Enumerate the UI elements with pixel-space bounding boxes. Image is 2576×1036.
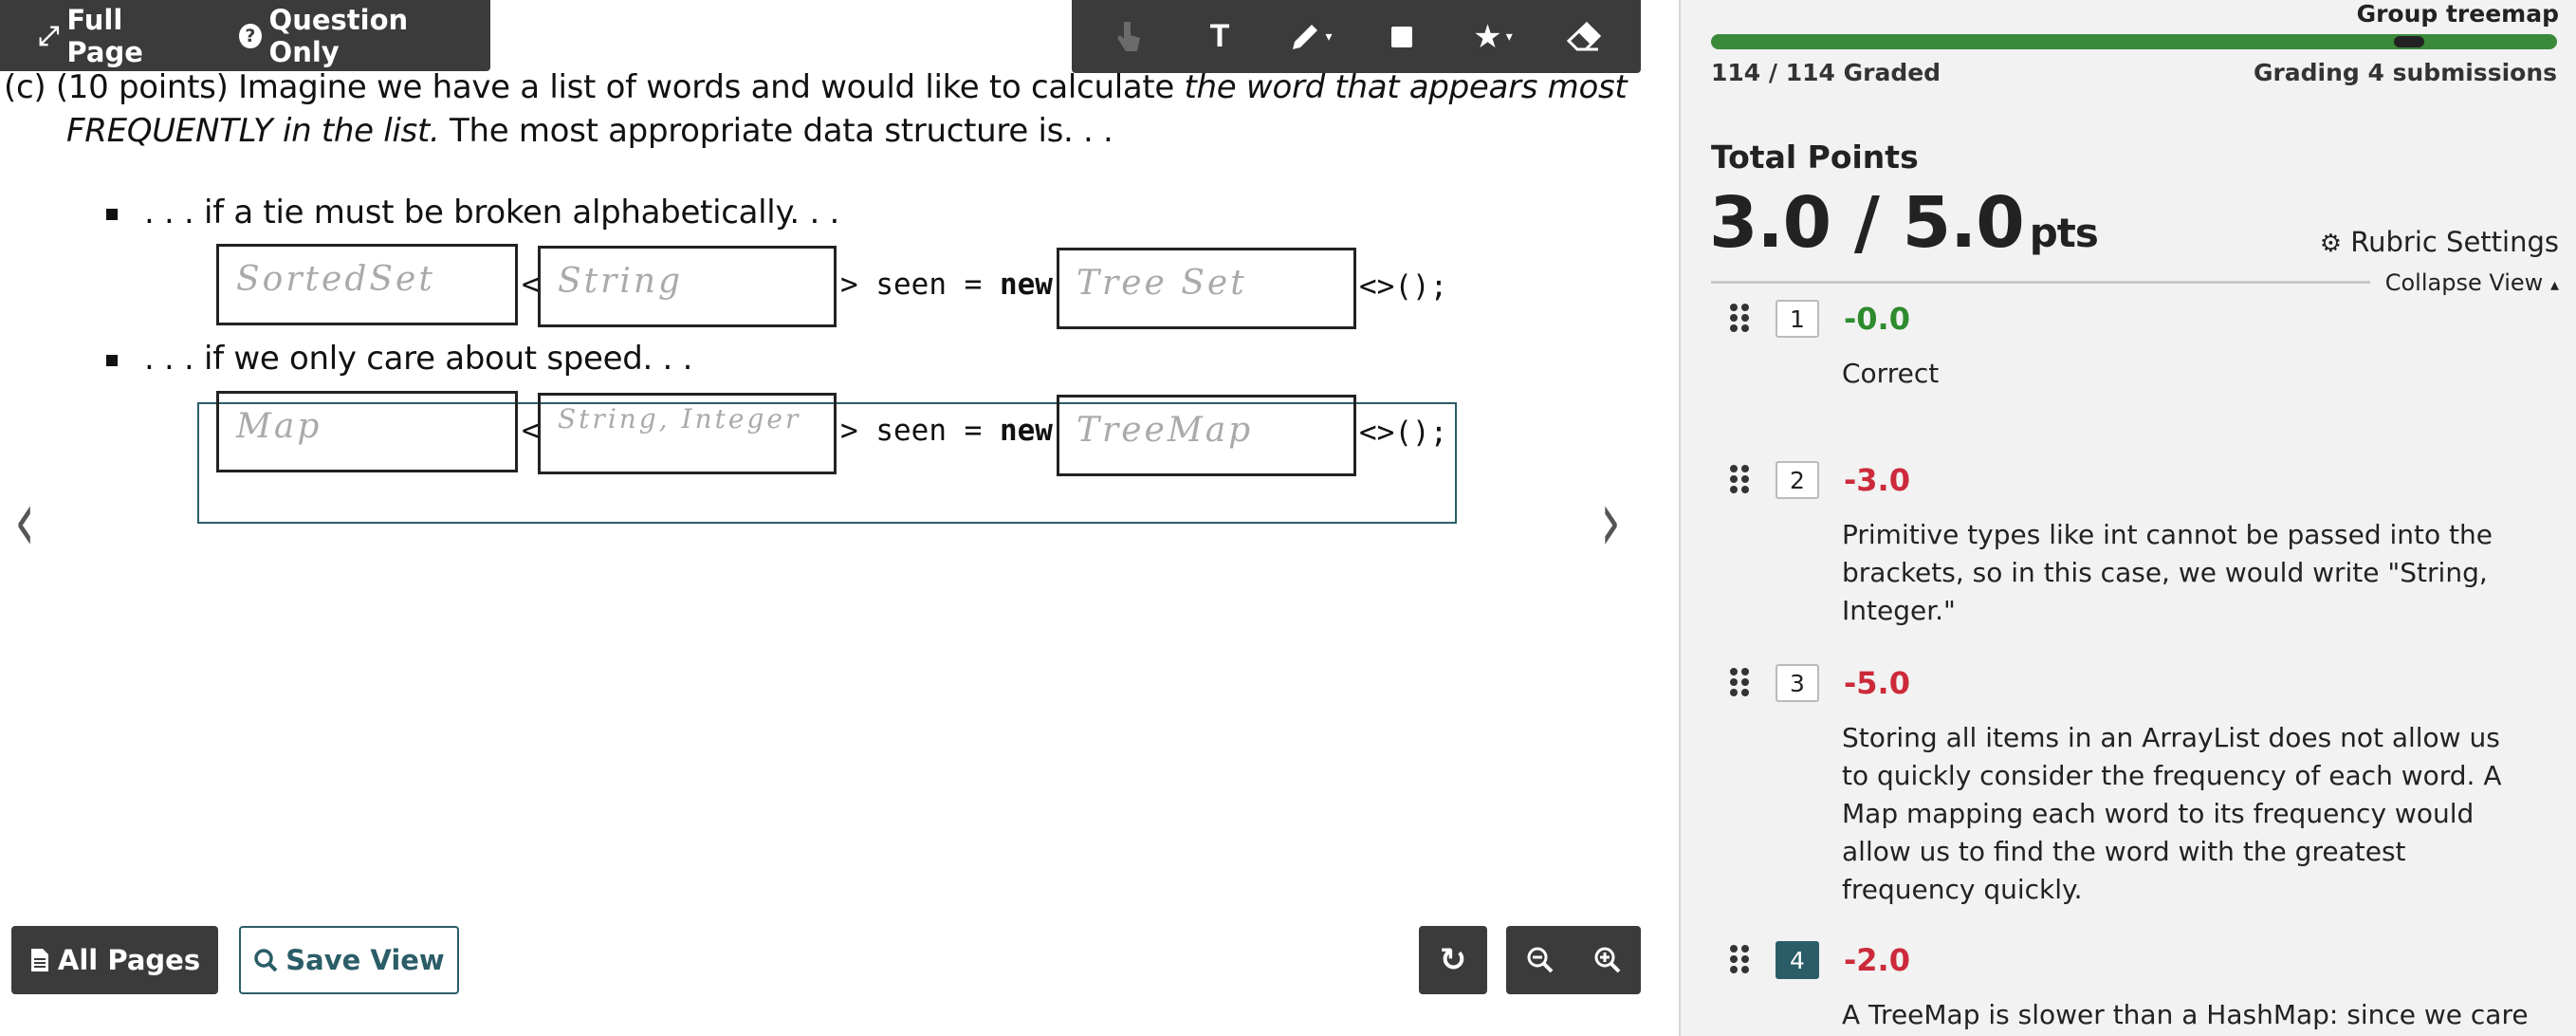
code-seen-new: > seen = new bbox=[840, 268, 1053, 302]
question-prefix: (c) (10 points) Imagine we have a list o… bbox=[4, 68, 1185, 106]
zoom-out-icon[interactable] bbox=[1512, 932, 1569, 989]
chevron-down-icon: ▾ bbox=[1505, 28, 1513, 45]
question-emphasis-2: FREQUENTLY in the list. bbox=[66, 112, 440, 150]
reset-view-button[interactable]: ↻ bbox=[1419, 926, 1487, 994]
eraser-tool-button[interactable] bbox=[1550, 9, 1618, 65]
code-new-keyword: new bbox=[999, 414, 1053, 448]
save-view-label: Save View bbox=[285, 944, 445, 976]
rubric-item-points: -2.0 bbox=[1844, 942, 1910, 978]
answer-box-impl-1: Tree Set bbox=[1057, 248, 1356, 329]
code-seen-new: > seen = new bbox=[840, 414, 1053, 448]
answer-box-generic-1: String bbox=[538, 246, 837, 327]
total-points-label: Total Points bbox=[1711, 139, 1919, 176]
rubric-item-description[interactable]: Storing all items in an ArrayList does n… bbox=[1842, 719, 2534, 909]
question-page: (c) (10 points) Imagine we have a list o… bbox=[0, 57, 1628, 550]
gear-icon: ⚙ bbox=[2319, 230, 2343, 258]
score-value: 3.0 / 5.0 bbox=[1709, 182, 2025, 264]
rubric-settings-label: Rubric Settings bbox=[2350, 226, 2559, 258]
expand-icon: ⤢ bbox=[38, 19, 60, 51]
rubric-item-description[interactable]: Correct bbox=[1842, 355, 2534, 393]
save-view-button[interactable]: Save View bbox=[239, 926, 459, 994]
file-icon bbox=[30, 949, 48, 971]
drag-handle-icon[interactable] bbox=[1730, 465, 1751, 493]
code-lt: < bbox=[522, 414, 540, 448]
handwritten-answer: TreeMap bbox=[1076, 411, 1254, 450]
code-tail: <>(); bbox=[1359, 269, 1448, 304]
rubric-settings-button[interactable]: ⚙ Rubric Settings bbox=[2320, 226, 2559, 258]
rubric-item-key[interactable]: 1 bbox=[1776, 300, 1819, 338]
rubric-item-key[interactable]: 2 bbox=[1776, 461, 1819, 499]
collapse-view-button[interactable]: Collapse View ▴ bbox=[2369, 269, 2559, 296]
star-icon: ★ bbox=[1473, 17, 1502, 56]
pen-icon bbox=[1293, 24, 1318, 49]
grading-submissions-count: Grading 4 submissions bbox=[2253, 59, 2557, 86]
drag-handle-icon[interactable] bbox=[1730, 304, 1751, 332]
question-text-line2: FREQUENTLY in the list. The most appropr… bbox=[66, 112, 1113, 150]
progress-position-marker bbox=[2394, 36, 2424, 47]
question-text-line1: (c) (10 points) Imagine we have a list o… bbox=[4, 68, 1628, 106]
chevron-down-icon: ▾ bbox=[1325, 28, 1333, 45]
rubric-item-key[interactable]: 3 bbox=[1776, 664, 1819, 702]
answer-box-impl-2: TreeMap bbox=[1057, 395, 1356, 476]
zoom-in-icon[interactable] bbox=[1579, 932, 1636, 989]
search-icon bbox=[254, 949, 278, 972]
code-seen: > seen = bbox=[840, 414, 1000, 448]
collapse-view-label: Collapse View bbox=[2384, 269, 2544, 296]
next-page-arrow-icon[interactable]: › bbox=[1600, 479, 1621, 564]
question-emphasis: the word that appears most bbox=[1184, 68, 1628, 106]
handwritten-answer: Tree Set bbox=[1076, 264, 1247, 303]
rubric-item-points: -3.0 bbox=[1844, 462, 1910, 498]
rubric-item-points: -0.0 bbox=[1844, 301, 1910, 337]
score-unit: pts bbox=[2029, 210, 2099, 256]
previous-page-arrow-icon[interactable]: ‹ bbox=[14, 479, 35, 564]
handwritten-answer: String bbox=[558, 262, 684, 301]
group-title: Group treemap bbox=[2356, 0, 2559, 28]
handwritten-answer: SortedSet bbox=[236, 260, 435, 299]
zoom-controls bbox=[1506, 926, 1641, 994]
question-circle-icon: ? bbox=[239, 23, 262, 48]
text-icon: T bbox=[1209, 18, 1230, 54]
pointer-icon bbox=[1117, 21, 1140, 51]
question-rest: The most appropriate data structure is. … bbox=[439, 112, 1113, 150]
caret-up-icon: ▴ bbox=[2549, 275, 2559, 295]
answer-box-generic-2: String, Integer bbox=[538, 393, 837, 474]
answer-box-type-1: SortedSet bbox=[216, 244, 518, 325]
code-tail: <>(); bbox=[1359, 416, 1448, 450]
box-icon bbox=[1391, 26, 1412, 47]
bullet-text-2: . . . if we only care about speed. . . bbox=[144, 340, 693, 378]
graded-count: 114 / 114 Graded bbox=[1711, 59, 1941, 86]
all-pages-button[interactable]: All Pages bbox=[11, 926, 218, 994]
handwritten-answer: Map bbox=[236, 407, 322, 446]
rubric-item-description[interactable]: Primitive types like int cannot be passe… bbox=[1842, 516, 2534, 630]
total-points-score: 3.0 / 5.0 pts bbox=[1709, 182, 2099, 264]
code-new-keyword: new bbox=[999, 268, 1053, 302]
drag-handle-icon[interactable] bbox=[1730, 945, 1751, 973]
bullet-text-1: . . . if a tie must be broken alphabetic… bbox=[144, 194, 839, 231]
rubric-item-key[interactable]: 4 bbox=[1776, 941, 1819, 979]
rubric-item-description[interactable]: A TreeMap is slower than a HashMap: sinc… bbox=[1842, 996, 2534, 1036]
handwritten-answer: String, Integer bbox=[558, 403, 801, 435]
all-pages-label: All Pages bbox=[57, 944, 201, 976]
rubric-panel: Group treemap 114 / 114 Graded Grading 4… bbox=[1681, 0, 2576, 1036]
code-seen: > seen = bbox=[840, 268, 1000, 302]
rubric-item-points: -5.0 bbox=[1844, 665, 1910, 701]
bullet-marker bbox=[106, 355, 118, 366]
answer-box-type-2: Map bbox=[216, 391, 518, 472]
drag-handle-icon[interactable] bbox=[1730, 668, 1751, 696]
submission-viewer: ⤢ Full Page ? Question Only T ▾ ★ ▾ (c) … bbox=[0, 0, 1679, 1036]
grading-progress-bar bbox=[1711, 34, 2557, 49]
code-lt: < bbox=[522, 268, 540, 302]
eraser-icon bbox=[1566, 21, 1602, 50]
refresh-icon: ↻ bbox=[1439, 941, 1467, 979]
bullet-marker bbox=[106, 209, 118, 220]
